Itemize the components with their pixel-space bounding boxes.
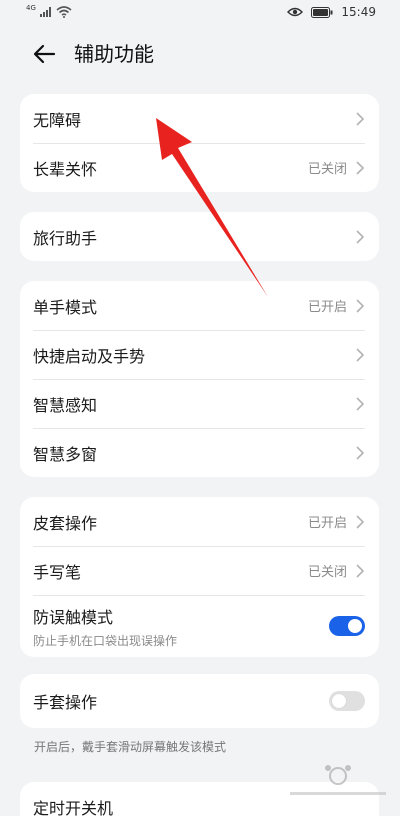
status-bar: 4G 15:49 xyxy=(0,0,400,26)
row-value: 已关闭 xyxy=(307,565,347,580)
signal-icon xyxy=(39,7,51,17)
chevron-right-icon xyxy=(356,160,365,175)
row-accessibility[interactable]: 无障碍 xyxy=(20,94,379,143)
row-label: 快捷启动及手势 xyxy=(33,346,146,366)
row-label: 防误触模式 xyxy=(33,607,114,627)
row-value: 已开启 xyxy=(307,516,347,531)
settings-group-1: 无障碍 长辈关怀 已关闭 xyxy=(20,94,379,192)
glove-operation-toggle[interactable] xyxy=(329,691,365,711)
chevron-right-icon xyxy=(356,298,365,313)
chevron-right-icon xyxy=(356,229,365,244)
status-right: 15:49 xyxy=(287,5,376,19)
row-value: 已关闭 xyxy=(307,162,347,177)
toggle-knob xyxy=(348,619,362,633)
row-label: 智慧感知 xyxy=(33,395,98,415)
chevron-right-icon xyxy=(356,514,365,529)
row-label: 手套操作 xyxy=(33,693,98,712)
row-value: 已开启 xyxy=(307,300,347,315)
row-label: 旅行助手 xyxy=(33,228,98,248)
watermark-logo-icon xyxy=(290,765,386,795)
chevron-right-icon xyxy=(356,445,365,460)
toggle-knob xyxy=(332,694,346,708)
row-label: 智慧多窗 xyxy=(33,444,98,464)
row-travel-assistant[interactable]: 旅行助手 xyxy=(20,212,379,261)
row-elder-care[interactable]: 长辈关怀 已关闭 xyxy=(20,143,379,192)
row-case-operation[interactable]: 皮套操作 已开启 xyxy=(20,497,379,546)
arrow-left-icon[interactable] xyxy=(30,40,58,68)
battery-icon xyxy=(311,6,333,18)
network-type: 4G xyxy=(26,4,36,12)
eye-icon xyxy=(287,7,304,17)
row-glove-operation[interactable]: 手套操作 xyxy=(20,674,379,728)
row-texts: 防误触模式 防止手机在口袋出现误操作 xyxy=(33,604,329,649)
row-label: 无障碍 xyxy=(33,110,82,130)
settings-group-3: 单手模式 已开启 快捷启动及手势 智慧感知 智慧多窗 xyxy=(20,281,379,477)
glove-note: 开启后，戴手套滑动屏幕触发该模式 xyxy=(34,740,227,754)
row-label: 单手模式 xyxy=(33,297,98,317)
row-shortcuts-gestures[interactable]: 快捷启动及手势 xyxy=(20,330,379,379)
status-time: 15:49 xyxy=(341,5,376,19)
accidental-touch-toggle[interactable] xyxy=(329,616,365,636)
settings-group-2: 旅行助手 xyxy=(20,212,379,261)
row-accidental-touch[interactable]: 防误触模式 防止手机在口袋出现误操作 xyxy=(20,595,379,657)
row-one-hand-mode[interactable]: 单手模式 已开启 xyxy=(20,281,379,330)
page-header: 辅助功能 xyxy=(0,30,400,78)
row-smart-sensing[interactable]: 智慧感知 xyxy=(20,379,379,428)
row-subtitle: 防止手机在口袋出现误操作 xyxy=(33,633,178,648)
chevron-right-icon xyxy=(356,563,365,578)
row-label: 皮套操作 xyxy=(33,513,98,533)
row-label: 手写笔 xyxy=(33,562,82,582)
chevron-right-icon xyxy=(356,347,365,362)
status-left: 4G xyxy=(26,4,72,18)
row-stylus[interactable]: 手写笔 已关闭 xyxy=(20,546,379,595)
settings-group-5: 手套操作 xyxy=(20,674,379,728)
row-label: 长辈关怀 xyxy=(33,159,98,179)
row-smart-multiwindow[interactable]: 智慧多窗 xyxy=(20,428,379,477)
chevron-right-icon xyxy=(356,111,365,126)
wifi-icon xyxy=(56,6,72,18)
chevron-right-icon xyxy=(356,396,365,411)
settings-group-4: 皮套操作 已开启 手写笔 已关闭 防误触模式 防止手机在口袋出现误操作 xyxy=(20,497,379,657)
page-title: 辅助功能 xyxy=(74,42,154,66)
